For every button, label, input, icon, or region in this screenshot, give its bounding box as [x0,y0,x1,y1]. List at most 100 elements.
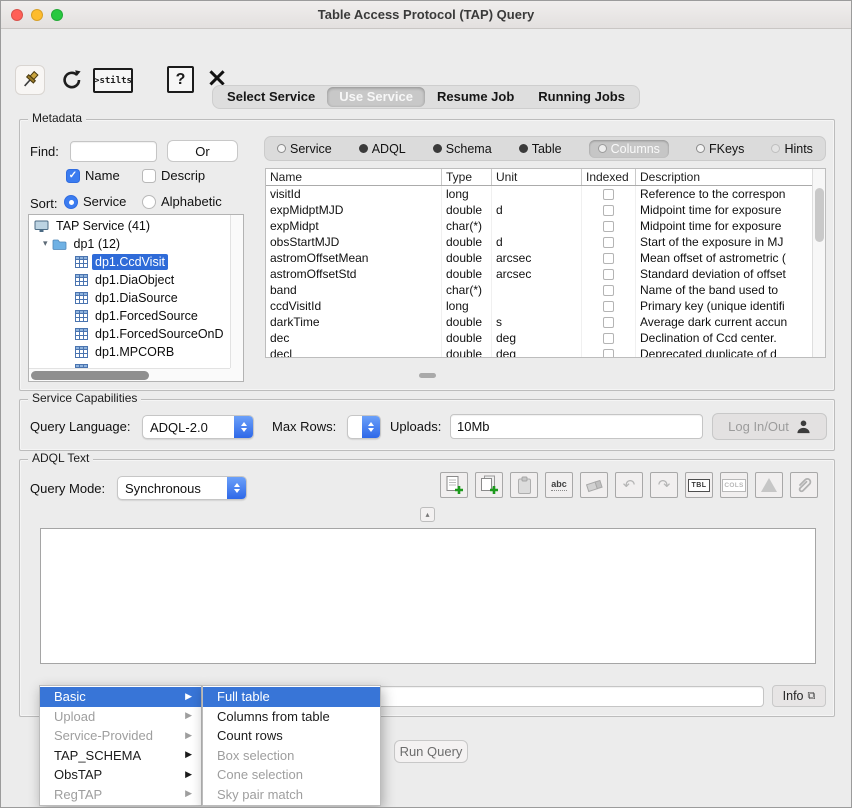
table-vertical-scrollbar[interactable] [812,169,825,357]
view-tab-service[interactable]: Service [277,142,332,156]
papers-plus-icon [479,475,500,496]
find-input[interactable] [70,141,157,162]
query-mode-select[interactable]: Synchronous [117,476,247,500]
table-row[interactable]: band char(*) Name of the band used to [266,282,812,298]
radio-icon [696,144,705,153]
column-header-indexed[interactable]: Indexed [582,169,636,185]
checkbox-checked-icon: ✓ [66,169,80,183]
main-tab-row: Select Service Use Service Resume Job Ru… [1,85,851,109]
submenu-item-columns-from-table[interactable]: Columns from table [203,707,380,727]
radio-icon [519,144,528,153]
minimize-window-button[interactable] [31,9,43,21]
indexed-checkbox[interactable] [603,301,614,312]
service-capabilities-legend: Service Capabilities [28,391,141,405]
submenu-item-cone-selection: Cone selection [203,765,380,785]
view-tab-hints[interactable]: Hints [771,142,812,156]
view-tab-fkeys[interactable]: FKeys [696,142,744,156]
add-example-button[interactable] [440,472,468,498]
table-row[interactable]: visitId long Reference to the correspon [266,186,812,202]
descrip-filter-checkbox[interactable]: Descrip [142,168,205,183]
table-row[interactable]: expMidpt char(*) Midpoint time for expos… [266,218,812,234]
adql-text-area[interactable] [40,528,816,664]
main-toolbar: >stilts ? × [1,29,851,75]
tree-item-tap-service[interactable]: TAP Service (41) [29,217,230,235]
submenu-item-box-selection: Box selection [203,746,380,766]
name-filter-checkbox[interactable]: ✓ Name [66,168,120,183]
query-mode-label: Query Mode: [30,481,105,496]
column-header-type[interactable]: Type [442,169,492,185]
tree-horizontal-scrollbar[interactable] [29,368,230,381]
menu-item-obstap[interactable]: ObsTAP ▶ [40,765,201,785]
tab-select-service[interactable]: Select Service [215,87,327,107]
max-rows-spinner[interactable] [347,415,381,439]
indexed-checkbox[interactable] [603,333,614,344]
metadata-legend: Metadata [28,111,86,125]
indexed-checkbox[interactable] [603,253,614,264]
tree-item-dp1-diasource[interactable]: dp1.DiaSource [29,289,230,307]
submenu-item-count-rows[interactable]: Count rows [203,726,380,746]
insert-table-name-button[interactable]: TBL [685,472,713,498]
indexed-checkbox[interactable] [603,221,614,232]
tree-horizontal-scrollbar-thumb[interactable] [31,371,149,380]
tab-running-jobs[interactable]: Running Jobs [526,87,637,107]
indexed-checkbox[interactable] [603,189,614,200]
indexed-checkbox[interactable] [603,317,614,328]
tap-query-window: Table Access Protocol (TAP) Query >stilt… [0,0,852,808]
run-query-button[interactable]: Run Query [394,740,468,763]
edit-text-button[interactable]: abc [545,472,573,498]
tree-item-dp1[interactable]: ▾ dp1 (12) [29,235,230,253]
indexed-checkbox[interactable] [603,237,614,248]
panel-toggle-button[interactable]: ▴ [420,507,435,522]
view-tab-adql[interactable]: ADQL [359,142,406,156]
tree-item-dp1-mpcorb[interactable]: dp1.MPCORB [29,343,230,361]
table-row[interactable]: astromOffsetStd double arcsec Standard d… [266,266,812,282]
table-row-partial[interactable]: decl double deg Deprecated duplicate of … [266,346,812,357]
tree-item-dp1-forcedsource[interactable]: dp1.ForcedSource [29,307,230,325]
submenu-item-full-table[interactable]: Full table [203,687,380,707]
table-row[interactable]: ccdVisitId long Primary key (unique iden… [266,298,812,314]
column-header-unit[interactable]: Unit [492,169,582,185]
view-tab-columns[interactable]: Columns [589,140,669,158]
table-row[interactable]: obsStartMJD double d Start of the exposu… [266,234,812,250]
info-button[interactable]: Info ⧉ [772,685,826,707]
table-row[interactable]: expMidptMJD double d Midpoint time for e… [266,202,812,218]
tree-vertical-scrollbar[interactable] [230,215,243,368]
login-button[interactable]: Log In/Out [712,413,827,440]
tab-resume-job[interactable]: Resume Job [425,87,526,107]
submenu-arrow-icon: ▶ [185,731,194,741]
table-row[interactable]: astromOffsetMean double arcsec Mean offs… [266,250,812,266]
submenu-arrow-icon: ▶ [185,692,194,702]
table-vertical-scrollbar-thumb[interactable] [815,188,824,242]
menu-item-upload: Upload ▶ [40,707,201,727]
uploads-input[interactable] [450,414,703,439]
sort-service-radio[interactable]: Service [64,194,126,209]
close-window-button[interactable] [11,9,23,21]
view-tab-table[interactable]: Table [519,142,562,156]
table-row[interactable]: dec double deg Declination of Ccd center… [266,330,812,346]
column-header-name[interactable]: Name [266,169,442,185]
or-button[interactable]: Or [167,140,238,162]
tree-item-dp1-forcedsourceondia[interactable]: dp1.ForcedSourceOnD [29,325,230,343]
view-tab-schema[interactable]: Schema [433,142,492,156]
add-multi-example-button[interactable] [475,472,503,498]
menu-item-basic[interactable]: Basic ▶ [40,687,201,707]
indexed-checkbox[interactable] [603,285,614,296]
indexed-checkbox[interactable] [603,349,614,358]
service-tree: TAP Service (41) ▾ dp1 (12) [28,214,244,382]
tree-item-dp1-ccdvisit[interactable]: dp1.CcdVisit [29,253,230,271]
column-header-description[interactable]: Description [636,169,812,185]
sort-alphabetic-radio[interactable]: Alphabetic [142,194,222,209]
zoom-window-button[interactable] [51,9,63,21]
tree-item-dp1-diaobject[interactable]: dp1.DiaObject [29,271,230,289]
disclosure-triangle-icon[interactable]: ▾ [43,239,48,249]
table-icon [75,346,88,358]
query-language-select[interactable]: ADQL-2.0 [142,415,254,439]
menu-item-tap-schema[interactable]: TAP_SCHEMA ▶ [40,746,201,766]
warning-triangle-icon [761,478,777,492]
indexed-checkbox[interactable] [603,205,614,216]
indexed-checkbox[interactable] [603,269,614,280]
table-horizontal-scrollbar-thumb[interactable] [419,373,436,378]
adql-text-section: ADQL Text Query Mode: Synchronous [19,459,835,717]
table-row[interactable]: darkTime double s Average dark current a… [266,314,812,330]
tab-use-service[interactable]: Use Service [327,87,425,107]
